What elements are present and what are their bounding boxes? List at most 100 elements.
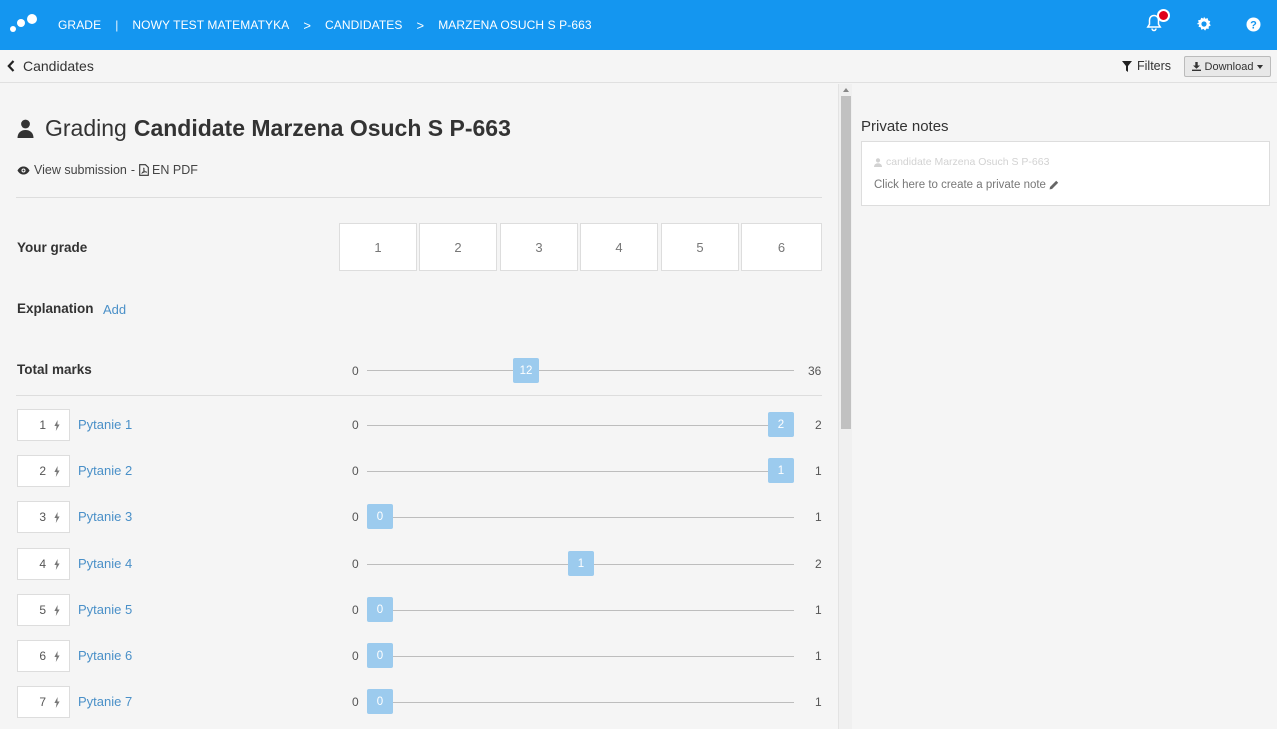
- note-author-label: candidate Marzena Osuch S P-663: [886, 156, 1050, 168]
- question-slider-handle[interactable]: 0: [367, 597, 393, 622]
- question-slider-track[interactable]: [367, 471, 794, 472]
- question-index-box[interactable]: 6: [17, 640, 70, 672]
- question-max: 1: [815, 649, 822, 663]
- question-link[interactable]: Pytanie 4: [78, 556, 132, 571]
- pdf-file-icon: [139, 164, 149, 176]
- question-max: 1: [815, 695, 822, 709]
- question-slider-track[interactable]: [367, 517, 794, 518]
- question-link[interactable]: Pytanie 7: [78, 694, 132, 709]
- grade-option-2[interactable]: 2: [419, 223, 497, 271]
- notification-dot: [1157, 9, 1170, 22]
- pdf-link[interactable]: EN PDF: [139, 163, 198, 177]
- question-slider-handle[interactable]: 2: [768, 412, 794, 437]
- question-index: 3: [39, 510, 46, 524]
- question-slider-track[interactable]: [367, 610, 794, 611]
- total-slider-handle[interactable]: 12: [513, 358, 539, 383]
- bell-icon[interactable]: [1146, 9, 1170, 36]
- question-link[interactable]: Pytanie 3: [78, 509, 132, 524]
- question-max: 1: [815, 510, 822, 524]
- bolt-icon: [54, 419, 60, 431]
- question-index-box[interactable]: 4: [17, 548, 70, 580]
- chevron-right-icon: >: [303, 17, 312, 33]
- help-icon[interactable]: ?: [1246, 17, 1268, 39]
- total-slider-track[interactable]: [367, 370, 794, 371]
- question-max: 1: [815, 603, 822, 617]
- question-index: 7: [39, 695, 46, 709]
- breadcrumb-candidate[interactable]: MARZENA OSUCH S P-663: [438, 18, 591, 32]
- question-slider-handle[interactable]: 1: [568, 551, 594, 576]
- question-slider-handle[interactable]: 0: [367, 689, 393, 714]
- grade-option-6[interactable]: 6: [741, 223, 822, 271]
- candidate-name: Candidate Marzena Osuch S P-663: [133, 115, 511, 141]
- question-slider-handle[interactable]: 0: [367, 643, 393, 668]
- page-title: Grading Candidate Marzena Osuch S P-663: [17, 115, 511, 142]
- user-icon: [874, 157, 882, 167]
- pdf-label: EN PDF: [152, 163, 198, 177]
- create-private-note[interactable]: Click here to create a private note: [874, 179, 1059, 191]
- question-link[interactable]: Pytanie 2: [78, 463, 132, 478]
- logo-icon[interactable]: [10, 12, 40, 36]
- question-slider-track[interactable]: [367, 656, 794, 657]
- filters-button[interactable]: Filters: [1122, 59, 1171, 73]
- eye-icon: [17, 166, 30, 174]
- question-slider-track[interactable]: [367, 425, 794, 426]
- your-grade-label: Your grade: [17, 240, 88, 255]
- scroll-up-arrow[interactable]: [843, 88, 849, 92]
- caret-down-icon: [1257, 64, 1264, 69]
- bolt-icon: [54, 511, 60, 523]
- bolt-icon: [54, 650, 60, 662]
- grading-panel: [0, 84, 838, 729]
- total-min: 0: [352, 364, 359, 378]
- add-explanation-link[interactable]: Add: [103, 302, 126, 317]
- question-min: 0: [352, 464, 359, 478]
- pencil-icon: [1049, 180, 1059, 190]
- bolt-icon: [54, 696, 60, 708]
- question-index-box[interactable]: 1: [17, 409, 70, 441]
- question-index: 4: [39, 557, 46, 571]
- question-min: 0: [352, 418, 359, 432]
- grade-option-4[interactable]: 4: [580, 223, 658, 271]
- question-min: 0: [352, 510, 359, 524]
- download-button[interactable]: Download: [1184, 56, 1271, 77]
- bolt-icon: [54, 558, 60, 570]
- question-max: 1: [815, 464, 822, 478]
- breadcrumb-test[interactable]: NOWY TEST MATEMATYKA: [132, 18, 289, 32]
- breadcrumb-candidates[interactable]: CANDIDATES: [325, 18, 402, 32]
- question-slider-handle[interactable]: 1: [768, 458, 794, 483]
- view-submission-label: View submission: [34, 163, 127, 177]
- question-index: 5: [39, 603, 46, 617]
- question-index-box[interactable]: 2: [17, 455, 70, 487]
- question-index-box[interactable]: 3: [17, 501, 70, 533]
- question-link[interactable]: Pytanie 6: [78, 648, 132, 663]
- back-label: Candidates: [23, 58, 94, 74]
- question-link[interactable]: Pytanie 1: [78, 417, 132, 432]
- grade-option-3[interactable]: 3: [500, 223, 578, 271]
- create-note-label: Click here to create a private note: [874, 179, 1046, 191]
- question-slider-track[interactable]: [367, 702, 794, 703]
- breadcrumb-grade[interactable]: GRADE: [58, 18, 101, 32]
- scroll-thumb[interactable]: [841, 96, 851, 429]
- question-index: 1: [39, 418, 46, 432]
- grade-option-1[interactable]: 1: [339, 223, 417, 271]
- link-separator: -: [130, 163, 136, 177]
- back-to-candidates[interactable]: Candidates: [7, 58, 94, 74]
- filter-icon: [1122, 60, 1132, 72]
- download-icon: [1191, 62, 1201, 71]
- filters-label: Filters: [1137, 59, 1172, 73]
- question-index-box[interactable]: 5: [17, 594, 70, 626]
- svg-text:?: ?: [1250, 20, 1257, 32]
- question-index: 6: [39, 649, 46, 663]
- bolt-icon: [54, 604, 60, 616]
- grade-option-5[interactable]: 5: [661, 223, 739, 271]
- question-index-box[interactable]: 7: [17, 686, 70, 718]
- question-max: 2: [815, 557, 822, 571]
- top-navbar: GRADE | NOWY TEST MATEMATYKA > CANDIDATE…: [0, 0, 1277, 50]
- question-max: 2: [815, 418, 822, 432]
- view-submission-link[interactable]: View submission: [17, 163, 127, 177]
- scrollbar[interactable]: [838, 84, 852, 729]
- total-marks-label: Total marks: [17, 362, 92, 377]
- question-slider-handle[interactable]: 0: [367, 504, 393, 529]
- download-label: Download: [1204, 60, 1254, 73]
- gear-icon[interactable]: [1196, 16, 1218, 38]
- question-link[interactable]: Pytanie 5: [78, 602, 132, 617]
